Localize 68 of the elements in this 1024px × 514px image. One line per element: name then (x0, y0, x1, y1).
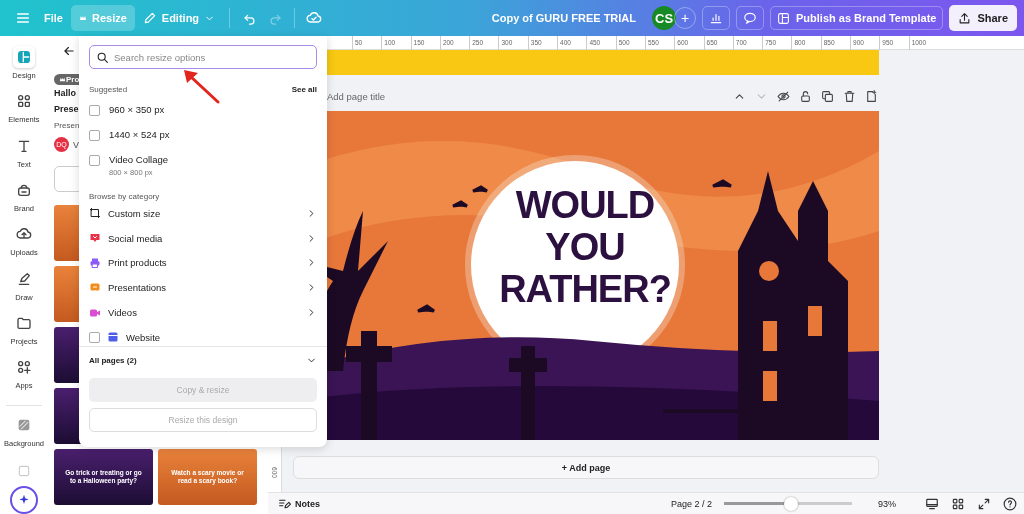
monitor-icon (925, 496, 939, 511)
all-pages-dropdown[interactable]: All pages (2) (89, 348, 317, 372)
share-icon (958, 11, 972, 25)
draw-icon (16, 270, 32, 287)
notes-icon (278, 497, 291, 510)
user-avatar[interactable]: CS (652, 6, 677, 30)
lock-icon (798, 89, 812, 103)
category-item[interactable]: Presentations (89, 275, 317, 301)
add-page-icon (864, 89, 878, 103)
brand-kit-icon (16, 182, 32, 199)
template-title: Hallo (54, 87, 76, 100)
section-heading: Suggested (89, 85, 128, 94)
template-title: Prese (54, 103, 79, 116)
checkbox[interactable] (89, 332, 100, 344)
notes-button[interactable]: Notes (278, 497, 320, 510)
insights-button[interactable] (702, 6, 731, 30)
add-page-button[interactable]: + Add page (293, 456, 879, 479)
magic-button[interactable] (10, 486, 38, 514)
size-option-label[interactable]: 960 × 350 px (109, 104, 165, 115)
duplicate-icon (820, 89, 834, 103)
folder-icon (16, 315, 32, 332)
size-option-label[interactable]: Video Collage (109, 154, 168, 165)
design-icon (16, 49, 32, 65)
checkbox[interactable] (89, 130, 100, 141)
annotation-arrow (182, 68, 220, 104)
page-indicator: Page 2 / 2 (670, 498, 712, 509)
faded-icon (17, 464, 31, 479)
help-icon (1003, 496, 1017, 511)
expand-icon (977, 496, 991, 511)
author-name: V (73, 139, 79, 150)
template-icon (777, 11, 791, 25)
apps-icon (16, 359, 32, 376)
eye-off-icon (776, 89, 790, 103)
cloud-check-icon (306, 10, 323, 26)
document-title: Copy of GURU FREE TRIAL (491, 12, 637, 24)
comment-icon (743, 11, 758, 25)
checkbox[interactable] (89, 105, 100, 116)
template-subtitle: Presen (54, 121, 80, 130)
page-title-placeholder[interactable]: Add page title (327, 90, 386, 102)
duplicate-button[interactable] (819, 88, 835, 104)
search-field[interactable]: Search resize options (89, 45, 317, 69)
size-option-label[interactable]: 1440 × 524 px (109, 129, 170, 140)
section-heading: Browse by category (89, 192, 161, 201)
zoom-percentage: 93% (878, 498, 896, 509)
publish-template-button[interactable]: Publish as Brand Template (770, 6, 944, 30)
badge-label: Pro (66, 75, 80, 84)
checkbox[interactable] (89, 155, 100, 166)
pencil-icon (142, 11, 157, 25)
comment-button[interactable] (736, 6, 765, 30)
search-icon (96, 50, 109, 64)
category-item[interactable]: Social media (89, 225, 317, 251)
category-item[interactable]: Custom size (89, 201, 317, 226)
back-arrow-icon (62, 44, 76, 58)
category-option-label[interactable]: Website (126, 331, 317, 343)
crown-icon (78, 14, 87, 22)
share-button[interactable]: Share (949, 5, 1017, 31)
bar-chart-icon (709, 11, 724, 25)
grid-icon (951, 496, 965, 511)
crown-icon (59, 76, 66, 83)
trash-icon (842, 89, 856, 103)
slider-thumb[interactable] (784, 496, 799, 511)
category-item[interactable]: Print products (89, 250, 317, 276)
menu-icon (15, 10, 31, 26)
slide-title: WOULD YOU RATHER? (498, 184, 672, 310)
shapes-icon (16, 93, 32, 110)
see-all-link[interactable]: See all (291, 85, 317, 94)
help-button[interactable] (1002, 495, 1018, 512)
category-item[interactable]: Videos (89, 300, 317, 325)
